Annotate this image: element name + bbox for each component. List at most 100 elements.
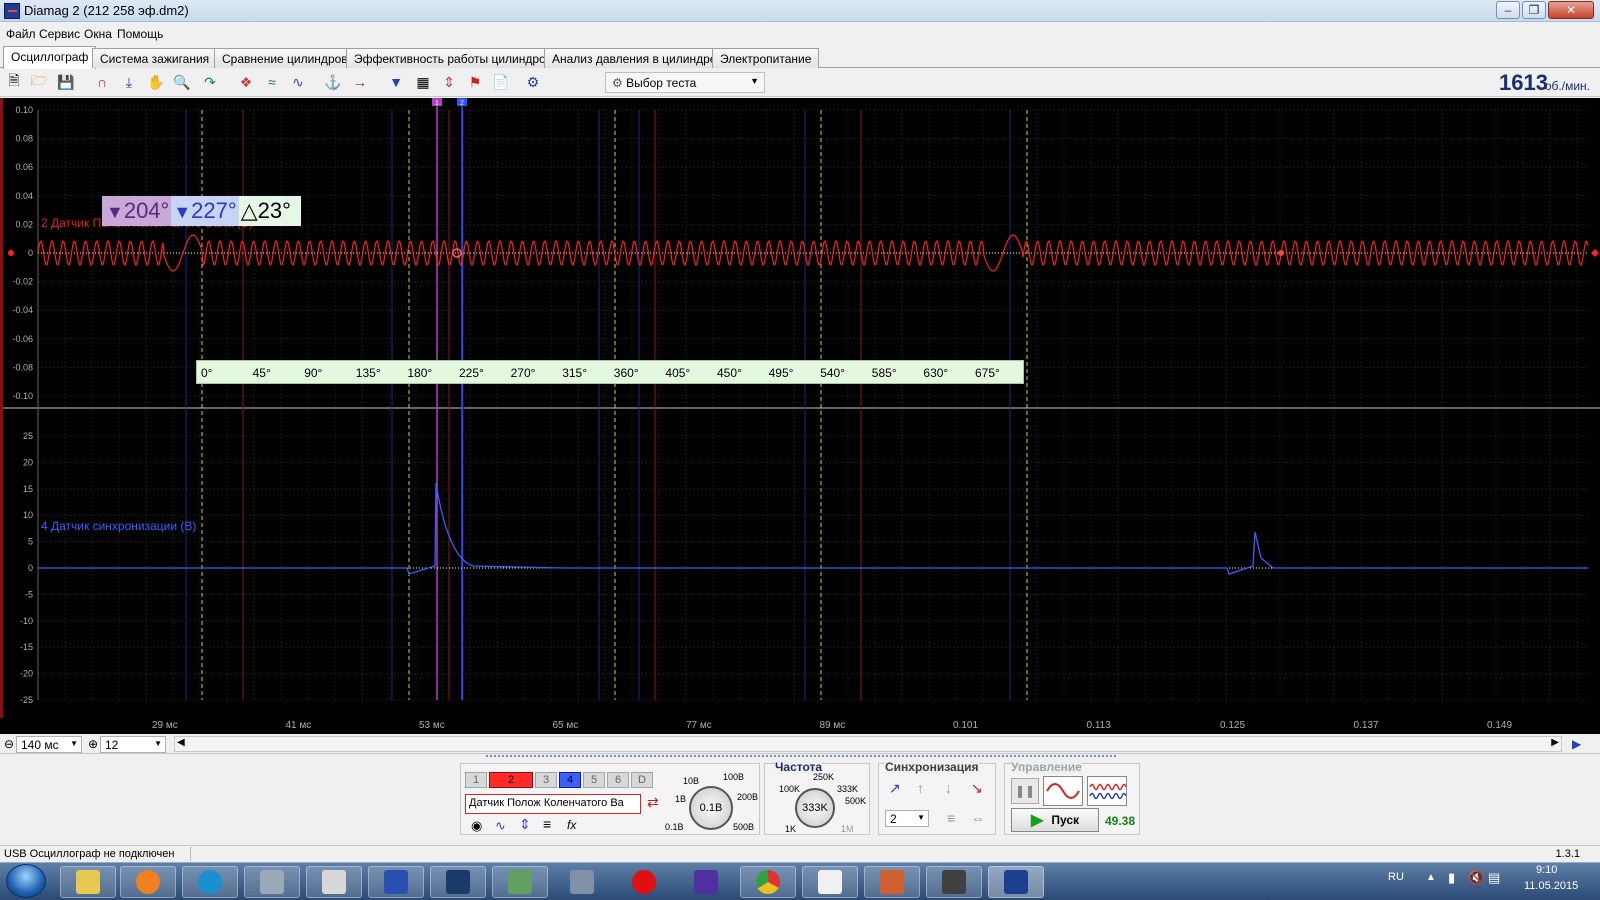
save-icon[interactable]: 💾 xyxy=(56,72,76,92)
taskbar-explorer[interactable] xyxy=(60,866,116,898)
auto-mode-icon[interactable]: ⚙ xyxy=(523,72,543,92)
start-button[interactable] xyxy=(6,864,46,898)
horizontal-scrollbar[interactable]: ◀ ▶ xyxy=(174,736,1562,752)
flag-icon[interactable]: ⚑ xyxy=(465,72,485,92)
taskbar-kmplayer[interactable] xyxy=(430,866,486,898)
channel-5-button[interactable]: 5 xyxy=(583,772,605,788)
trigger-filter-icon[interactable]: ▼ xyxy=(386,72,406,92)
tab-cylinder-compare[interactable]: Сравнение цилиндров xyxy=(214,48,356,68)
multi-wave-button[interactable] xyxy=(1087,776,1127,806)
taskbar-diamag[interactable] xyxy=(988,866,1044,898)
maximize-button[interactable]: ❐ xyxy=(1522,1,1546,19)
menu-file[interactable]: Файл xyxy=(6,27,36,41)
fit-icon[interactable]: ↷ xyxy=(200,72,220,92)
timebase-select[interactable]: 140 мс ▼ xyxy=(16,736,82,753)
channel-3-button[interactable]: 3 xyxy=(535,772,557,788)
test-select-dropdown[interactable]: ⚙ Выбор теста ▼ xyxy=(605,72,765,93)
taskbar-keyboard[interactable] xyxy=(244,866,300,898)
zoom-in-icon[interactable]: ⊕ xyxy=(88,737,98,751)
scroll-right-icon[interactable]: ▶ xyxy=(1551,737,1559,748)
sync-up-icon[interactable]: ↑ xyxy=(917,780,924,796)
open-folder-icon[interactable]: 🗁 xyxy=(29,72,49,92)
sync-auto-icon[interactable]: ↘ xyxy=(971,780,983,797)
tray-expand-icon[interactable]: ▲ xyxy=(1426,872,1436,883)
single-wave-button[interactable] xyxy=(1043,776,1083,806)
menu-help[interactable]: Помощь xyxy=(117,27,163,41)
menu-service[interactable]: Сервис xyxy=(39,27,80,41)
clock-date[interactable]: 11.05.2015 xyxy=(1524,880,1578,892)
offset-icon[interactable]: ⇕ xyxy=(519,816,531,833)
zero-offset-icon[interactable]: → xyxy=(350,72,370,92)
tab-oscilloscope[interactable]: Осциллограф xyxy=(3,46,97,69)
cursor-tool-icon[interactable]: ∩ xyxy=(92,72,112,92)
clock-time[interactable]: 9:10 xyxy=(1536,864,1557,876)
minimize-button[interactable]: – xyxy=(1496,1,1520,19)
split-icon[interactable]: ⇕ xyxy=(439,72,459,92)
function-icon[interactable]: fx xyxy=(567,818,576,832)
sync-level-icon[interactable]: ≡ xyxy=(947,810,955,826)
channel-count-select[interactable]: 12 ▼ xyxy=(100,736,166,753)
language-indicator[interactable]: RU xyxy=(1388,871,1404,883)
taskbar-tray-app[interactable] xyxy=(492,866,548,898)
chevron-down-icon: ▼ xyxy=(917,813,925,822)
auto-scale-icon[interactable]: ⚓ xyxy=(323,72,343,92)
channel-2-button[interactable]: 2 xyxy=(489,772,533,788)
tab-power[interactable]: Электропитание xyxy=(712,48,820,68)
taskbar-printer[interactable] xyxy=(926,866,982,898)
channel-1-button[interactable]: 1 xyxy=(465,772,487,788)
channel-d-button[interactable]: D xyxy=(631,772,653,788)
y-tick-top: 0.10 xyxy=(15,105,33,115)
sync-rising-icon[interactable]: ↗ xyxy=(889,780,901,797)
notes-icon[interactable]: 📄 xyxy=(491,72,511,92)
tab-cylinder-efficiency[interactable]: Эффективность работы цилиндров xyxy=(346,48,561,68)
taskbar-editor[interactable] xyxy=(864,866,920,898)
new-file-icon[interactable]: 🗎 xyxy=(4,72,24,92)
zoom-icon[interactable]: 🔍 xyxy=(172,72,192,92)
cursor1-angle: ▼204° xyxy=(102,196,172,226)
probe-icon[interactable]: ◉ xyxy=(471,818,482,834)
taskbar-chrome[interactable] xyxy=(740,866,796,898)
channel-6-button[interactable]: 6 xyxy=(607,772,629,788)
filter-lines-icon[interactable]: ≡ xyxy=(543,816,551,832)
sync-down-icon[interactable]: ↓ xyxy=(945,780,952,796)
filter-icon[interactable]: ❖ xyxy=(236,72,256,92)
network-tray-icon[interactable]: ▤ xyxy=(1488,870,1500,886)
taskbar-graph[interactable] xyxy=(802,866,858,898)
marker-tool-icon[interactable]: ⤓ xyxy=(119,72,139,92)
start-button[interactable]: ▶ Пуск xyxy=(1011,808,1099,832)
taskbar-opera[interactable] xyxy=(616,866,672,898)
taskbar-network[interactable] xyxy=(554,866,610,898)
hand-tool-icon[interactable]: ✋ xyxy=(146,72,166,92)
invert-signal-icon[interactable]: ∿ xyxy=(495,818,506,834)
volume-muted-icon[interactable]: 🔇 xyxy=(1468,870,1484,886)
sync-delay-icon[interactable]: ⇔ xyxy=(971,810,985,826)
tab-ignition[interactable]: Система зажигания xyxy=(92,48,218,68)
tab-cylinder-pressure[interactable]: Анализ давления в цилиндре xyxy=(544,48,725,68)
scroll-left-icon[interactable]: ◀ xyxy=(177,737,185,748)
channel-4-button[interactable]: 4 xyxy=(559,772,581,788)
sync-channel-select[interactable]: 2 ▼ xyxy=(885,810,929,827)
invert-icon[interactable]: ∿ xyxy=(288,72,308,92)
taskbar-media[interactable] xyxy=(120,866,176,898)
voltage-scale-knob[interactable]: 0.1В xyxy=(689,786,733,830)
x-tick-label: 41 мс xyxy=(285,720,312,731)
battery-icon[interactable]: ▮ xyxy=(1448,870,1455,886)
zoom-out-icon[interactable]: ⊖ xyxy=(4,737,14,751)
sensor-settings-icon[interactable]: ⇄ xyxy=(647,794,659,811)
taskbar-save[interactable] xyxy=(368,866,424,898)
taskbar-hp[interactable] xyxy=(182,866,238,898)
close-button[interactable]: ✕ xyxy=(1548,1,1594,19)
test-select-icon: ⚙ xyxy=(612,76,627,90)
pause-button[interactable]: ❚❚ xyxy=(1011,778,1039,804)
taskbar-pen[interactable] xyxy=(678,866,734,898)
grid-icon[interactable]: ▦ xyxy=(413,72,433,92)
oscilloscope-display[interactable]: 0.10 0.08 0.06 0.04 0.02 0 -0.02 -0.04 -0.06 -0.0… xyxy=(0,98,1600,734)
play-scroll-icon[interactable]: ▶ xyxy=(1572,737,1581,751)
menu-windows[interactable]: Окна xyxy=(84,27,112,41)
y-tick-top: -0.04 xyxy=(12,305,33,315)
sensor-name-field[interactable]: Датчик Полож Коленчатого Ва xyxy=(465,794,641,814)
rpm-unit: об./мин. xyxy=(1544,79,1590,93)
taskbar-calendar[interactable] xyxy=(306,866,362,898)
overlay-icon[interactable]: ≈ xyxy=(262,72,282,92)
frequency-knob[interactable]: 333K xyxy=(795,788,835,828)
